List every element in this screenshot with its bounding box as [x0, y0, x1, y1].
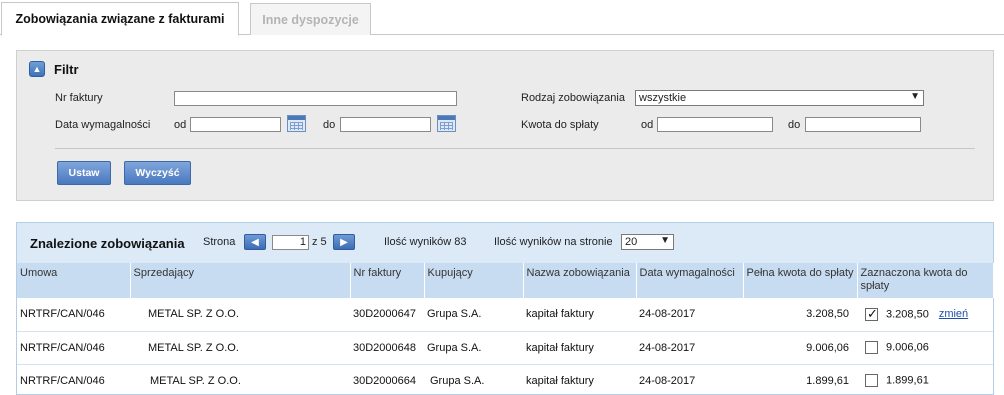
per-page-label: Ilość wyników na stronie [494, 236, 613, 248]
cell-due-date: 24-08-2017 [636, 331, 743, 365]
cell-buyer: Grupa S.A. [424, 298, 523, 332]
cell-contract: NRTRF/CAN/046 [17, 364, 130, 395]
selected-amount-value: 3.208,50 [886, 308, 929, 321]
clear-button[interactable]: Wyczyść [124, 161, 191, 185]
cell-full-amount: 1.899,61 [743, 364, 857, 395]
column-header[interactable]: Zaznaczona kwota do spłaty [857, 263, 994, 298]
column-header[interactable]: Nazwa zobowiązania [523, 263, 637, 298]
cell-invoice-number: 30D2000648 [350, 331, 424, 365]
table-row: NRTRF/CAN/046 METAL SP. Z O.O. 30D200064… [17, 298, 993, 332]
cell-contract: NRTRF/CAN/046 [17, 298, 130, 332]
due-date-label: Data wymagalności [55, 119, 151, 131]
column-header[interactable]: Sprzedający [130, 263, 351, 298]
amount-label: Kwota do spłaty [521, 119, 599, 131]
cell-seller: METAL SP. Z O.O. [130, 298, 350, 332]
cell-due-date: 24-08-2017 [636, 298, 743, 332]
invoice-number-input[interactable] [174, 91, 457, 106]
cell-seller: METAL SP. Z O.O. [130, 331, 350, 365]
cell-full-amount: 9.006,06 [743, 331, 857, 365]
due-date-from-label: od [174, 119, 187, 131]
selected-amount-value: 1.899,61 [886, 374, 929, 387]
row-checkbox[interactable] [865, 306, 878, 322]
filter-panel: ▲ Filtr Nr faktury Data wymagalności od … [16, 50, 994, 201]
tab-invoice-liabilities[interactable]: Zobowiązania związane z fakturami [1, 2, 239, 36]
selected-amount-value: 9.006,06 [886, 341, 929, 354]
cell-buyer: Grupa S.A. [424, 331, 523, 365]
filter-title: Filtr [54, 62, 79, 77]
page-input[interactable]: 1 [272, 235, 309, 250]
cell-invoice-number: 30D2000647 [350, 298, 424, 332]
results-title: Znalezione zobowiązania [30, 236, 185, 251]
tab-bar: Zobowiązania związane z fakturami Inne d… [0, 0, 1004, 36]
chevron-down-icon: ▼ [910, 91, 920, 102]
page-label: Strona [203, 236, 236, 248]
due-date-to-label: do [323, 119, 336, 131]
amount-from-input[interactable] [657, 117, 773, 132]
chevron-up-icon[interactable]: ▲ [29, 61, 45, 77]
results-table: Umowa Sprzedający Nr faktury Kupujący Na… [17, 263, 994, 395]
cell-contract: NRTRF/CAN/046 [17, 331, 130, 365]
set-button[interactable]: Ustaw [57, 161, 111, 185]
column-header[interactable]: Pełna kwota do spłaty [743, 263, 858, 298]
per-page-value: 20 [625, 236, 638, 248]
change-link[interactable]: zmień [939, 308, 968, 320]
cell-liability-name: kapitał faktury [523, 298, 636, 332]
cell-due-date: 24-08-2017 [636, 364, 743, 395]
calendar-icon[interactable] [437, 115, 456, 132]
cell-selected-amount: 9.006,06 [857, 331, 993, 365]
amount-to-input[interactable] [805, 117, 921, 132]
amount-to-label: do [788, 119, 801, 131]
results-header: Znalezione zobowiązania Strona ◀ 1 z 5 ▶… [17, 223, 993, 263]
due-date-from-input[interactable] [190, 117, 281, 132]
cell-seller: METAL SP. Z O.O. [130, 364, 350, 395]
cell-buyer: Grupa S.A. [424, 364, 523, 395]
cell-liability-name: kapitał faktury [523, 331, 636, 365]
table-row: NRTRF/CAN/046 METAL SP. Z O.O. 30D200066… [17, 364, 993, 395]
chevron-right-icon[interactable]: ▶ [333, 234, 355, 250]
calendar-icon[interactable] [287, 115, 306, 132]
cell-invoice-number: 30D2000664 [350, 364, 424, 395]
cell-liability-name: kapitał faktury [523, 364, 636, 395]
row-checkbox[interactable] [865, 374, 878, 387]
results-count: Ilość wyników 83 [384, 236, 467, 248]
cell-selected-amount: 3.208,50 zmień [857, 298, 993, 332]
liability-type-select[interactable]: wszystkie ▼ [635, 90, 924, 106]
filter-divider [55, 148, 975, 149]
table-header-row: Umowa Sprzedający Nr faktury Kupujący Na… [17, 263, 994, 298]
cell-full-amount: 3.208,50 [743, 298, 857, 332]
tab-other-dispositions[interactable]: Inne dyspozycje [250, 3, 371, 35]
amount-from-label: od [641, 119, 654, 131]
column-header[interactable]: Kupujący [424, 263, 524, 298]
page-total: z 5 [312, 236, 327, 248]
chevron-down-icon: ▼ [660, 235, 670, 246]
per-page-select[interactable]: 20 ▼ [621, 234, 674, 250]
invoice-number-label: Nr faktury [55, 92, 103, 104]
row-checkbox[interactable] [865, 341, 878, 354]
column-header[interactable]: Umowa [17, 263, 131, 298]
chevron-left-icon[interactable]: ◀ [244, 234, 266, 250]
column-header[interactable]: Data wymagalności [636, 263, 744, 298]
cell-selected-amount: 1.899,61 [857, 364, 993, 395]
liability-type-value: wszystkie [639, 92, 687, 104]
liability-type-label: Rodzaj zobowiązania [521, 92, 625, 104]
column-header[interactable]: Nr faktury [350, 263, 425, 298]
due-date-to-input[interactable] [340, 117, 431, 132]
table-row: NRTRF/CAN/046 METAL SP. Z O.O. 30D200064… [17, 331, 993, 365]
results-panel: Znalezione zobowiązania Strona ◀ 1 z 5 ▶… [16, 222, 994, 395]
